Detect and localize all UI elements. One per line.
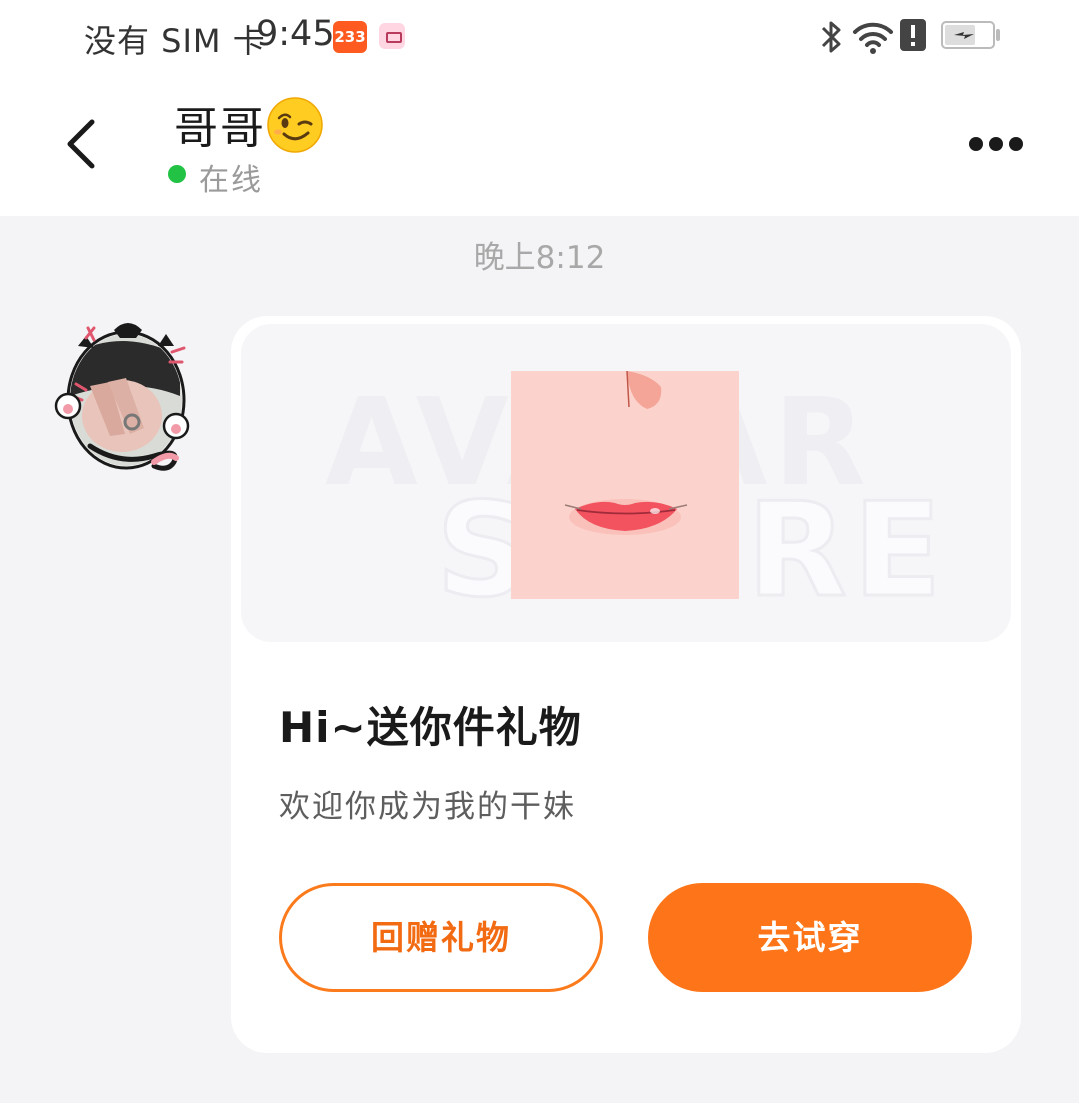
gift-card-subtitle: 欢迎你成为我的干妹	[279, 789, 576, 825]
chat-screen: 没有 SIM 卡 9:45 233 哥哥 在线 晚上8:12 Hi~送你件礼物 …	[0, 0, 1079, 1103]
carrier-text: 没有 SIM 卡	[84, 22, 266, 60]
online-status-dot	[168, 165, 186, 183]
app-233-badge-icon: 233	[333, 21, 367, 53]
sender-avatar[interactable]	[50, 316, 200, 472]
alert-icon	[900, 19, 926, 51]
wifi-icon	[853, 22, 893, 54]
winking-face-icon	[267, 97, 323, 153]
gift-preview-area: AVATAR STORE	[241, 324, 1011, 642]
status-time: 9:45	[256, 14, 335, 54]
app-notification-icon	[379, 23, 405, 49]
more-dots-icon	[969, 137, 983, 151]
back-button[interactable]	[58, 116, 106, 172]
online-status-text: 在线	[199, 163, 263, 198]
message-timestamp: 晚上8:12	[473, 240, 606, 276]
gift-item-image[interactable]	[511, 371, 739, 599]
gift-card-title: Hi~送你件礼物	[279, 703, 582, 752]
contact-name: 哥哥	[174, 103, 266, 154]
return-gift-button[interactable]: 回赠礼物	[279, 883, 603, 992]
chat-header: 哥哥 在线	[0, 78, 1079, 216]
status-bar: 没有 SIM 卡 9:45 233	[0, 0, 1079, 78]
try-on-button[interactable]: 去试穿	[648, 883, 972, 992]
battery-icon	[941, 21, 1000, 49]
gift-card[interactable]: AVATAR STORE Hi~送你件礼物 欢迎你成为我的干妹 回赠礼物 去试穿	[231, 316, 1021, 1053]
more-options-button[interactable]	[962, 128, 1030, 160]
bluetooth-icon	[821, 21, 841, 53]
